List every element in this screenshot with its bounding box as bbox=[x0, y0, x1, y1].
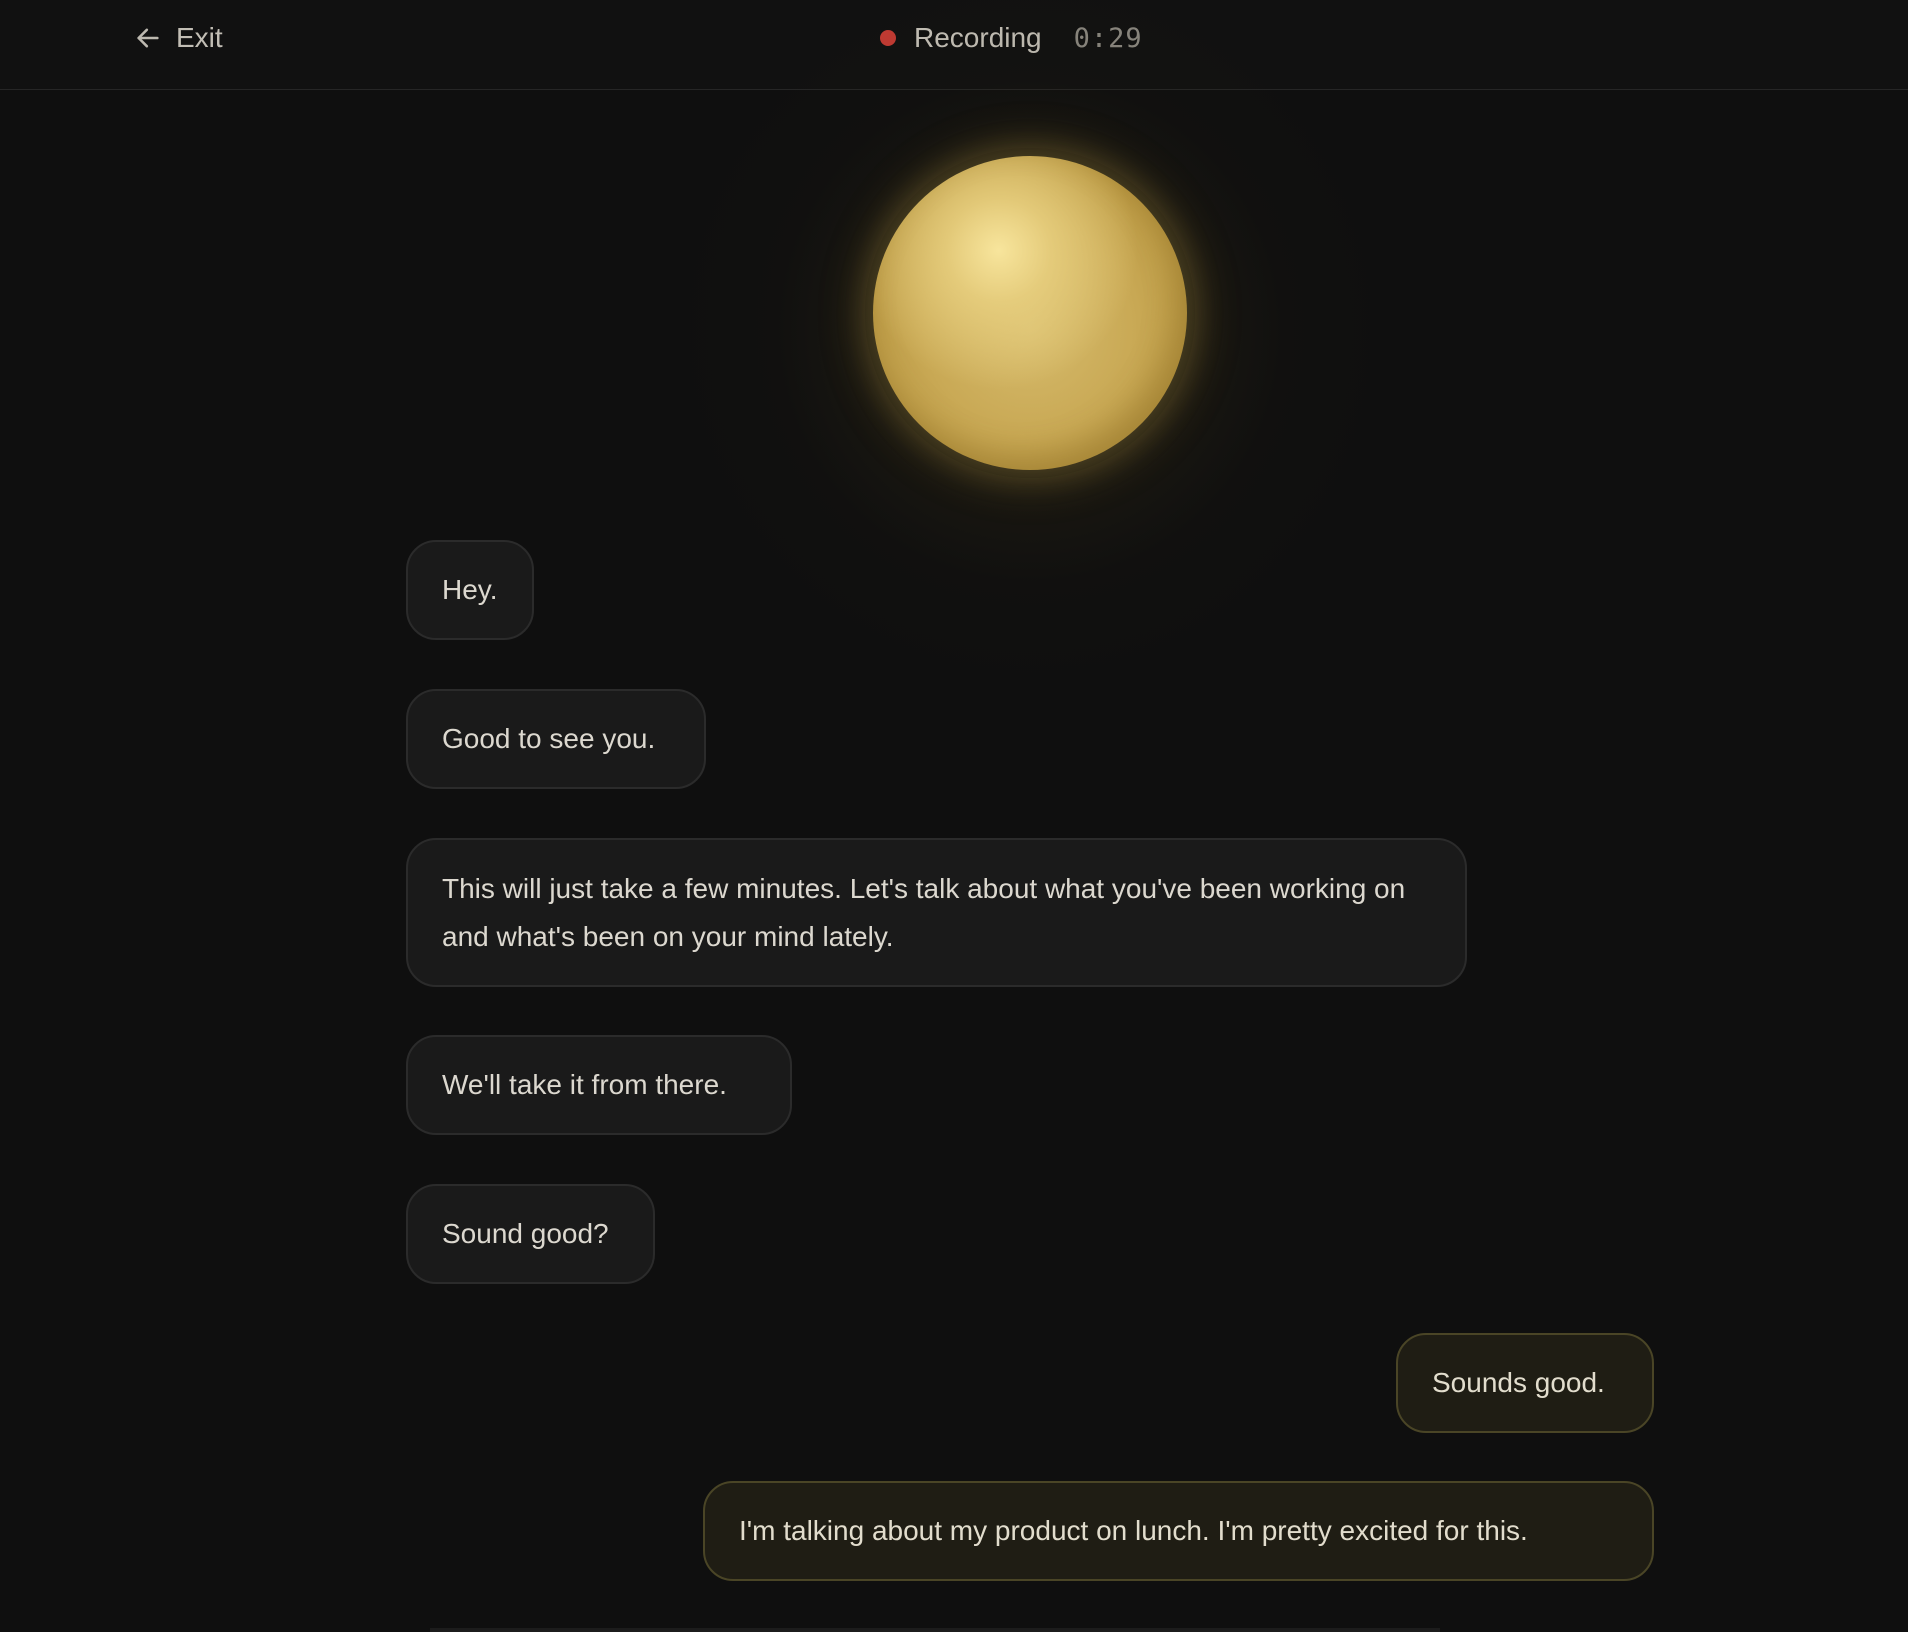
message-text: Hey. bbox=[442, 574, 498, 605]
arrow-left-icon bbox=[134, 24, 162, 52]
message-text: Good to see you. bbox=[442, 723, 656, 754]
message-text: This will just take a few minutes. Let's… bbox=[442, 872, 1406, 952]
recording-dot-icon bbox=[880, 30, 896, 46]
input-area-edge bbox=[430, 1628, 1440, 1632]
message-text: Sound good? bbox=[442, 1218, 609, 1249]
agent-message: Sound good? bbox=[406, 1184, 655, 1284]
exit-label: Exit bbox=[176, 22, 223, 53]
exit-button[interactable]: Exit bbox=[134, 18, 223, 58]
conversation-screen: Exit Recording 0:29 Hey. Good to see you… bbox=[0, 0, 1908, 1632]
recording-status: Recording 0:29 bbox=[880, 18, 1143, 58]
recording-label: Recording bbox=[914, 22, 1042, 53]
message-text: I'm talking about my product on lunch. I… bbox=[739, 1515, 1528, 1546]
top-bar: Exit Recording 0:29 bbox=[0, 0, 1908, 90]
agent-message: We'll take it from there. bbox=[406, 1035, 792, 1135]
agent-message: Hey. bbox=[406, 540, 534, 640]
agent-message: This will just take a few minutes. Let's… bbox=[406, 838, 1467, 987]
message-text: We'll take it from there. bbox=[442, 1069, 727, 1100]
agent-message: Good to see you. bbox=[406, 689, 706, 789]
message-text: Sounds good. bbox=[1432, 1367, 1605, 1398]
user-message: Sounds good. bbox=[1396, 1333, 1654, 1433]
user-message: I'm talking about my product on lunch. I… bbox=[703, 1481, 1654, 1581]
voice-orb bbox=[873, 156, 1187, 470]
recording-timer: 0:29 bbox=[1073, 22, 1143, 54]
